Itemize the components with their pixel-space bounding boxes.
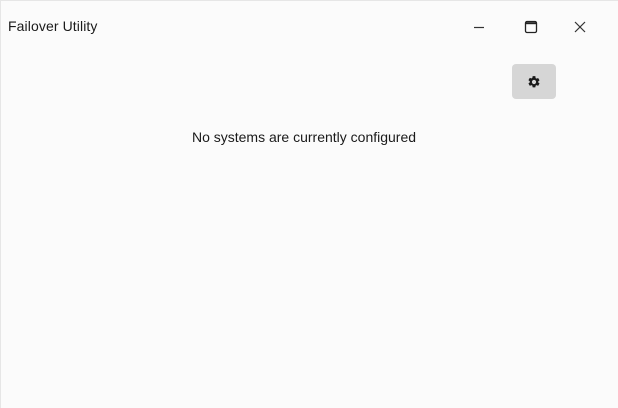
maximize-icon <box>524 20 538 34</box>
app-window: Failover Utility No systems are currentl… <box>0 0 618 408</box>
maximize-button[interactable] <box>508 9 554 45</box>
settings-button[interactable] <box>512 64 556 99</box>
minimize-button[interactable] <box>456 9 502 45</box>
window-title: Failover Utility <box>8 18 98 34</box>
close-icon <box>574 21 586 33</box>
title-bar[interactable]: Failover Utility <box>1 1 618 49</box>
close-button[interactable] <box>557 9 603 45</box>
minimize-icon <box>474 26 484 29</box>
gear-icon <box>528 75 540 87</box>
empty-state-message: No systems are currently configured <box>191 129 417 145</box>
